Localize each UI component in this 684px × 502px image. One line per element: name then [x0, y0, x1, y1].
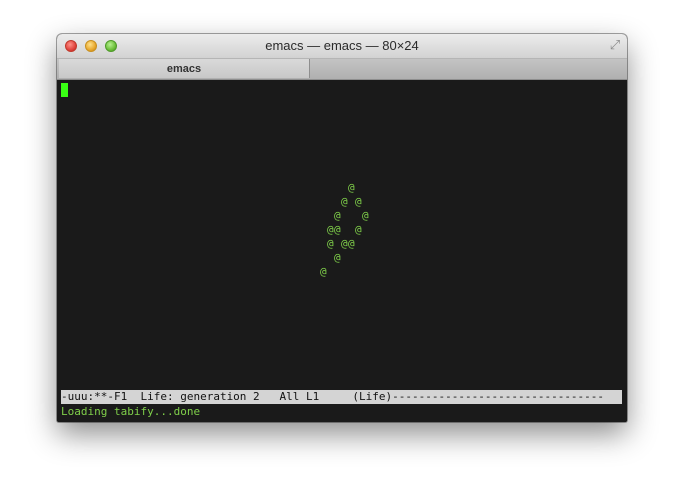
window-title: emacs — emacs — 80×24 — [265, 38, 419, 53]
life-cell: @ — [334, 251, 341, 264]
life-cell: @ — [341, 195, 348, 208]
life-cell: @ — [362, 209, 369, 222]
terminal-content[interactable]: @ @ @ @ @ @ @ @ @ @ @ @ @ -uuu:**-F1 Life: generatio… — [57, 80, 627, 422]
life-cell: @ — [334, 209, 341, 222]
terminal-window: emacs — emacs — 80×24 ⤢ emacs @ @ @ @ @ @ @ @ @ @… — [57, 34, 627, 422]
tab-emacs[interactable]: emacs — [59, 59, 310, 78]
title-bar[interactable]: emacs — emacs — 80×24 ⤢ — [57, 34, 627, 59]
fullscreen-icon[interactable]: ⤢ — [607, 38, 623, 54]
life-cell: @ — [355, 195, 362, 208]
life-cell: @ — [348, 181, 355, 194]
life-cell: @ — [327, 223, 334, 236]
echo-area: Loading tabify...done — [61, 405, 201, 418]
life-cell: @ — [327, 237, 334, 250]
life-board: @ @ @ @ @ @ @ @ @ @ @ @ @ — [57, 80, 627, 422]
life-cell: @ — [341, 237, 348, 250]
mode-line: -uuu:**-F1 Life: generation 2 All L1 (Li… — [61, 390, 622, 404]
life-cell: @ — [355, 223, 362, 236]
life-cell: @ — [348, 237, 355, 250]
life-cell: @ — [334, 223, 341, 236]
tab-bar: emacs — [57, 59, 627, 80]
life-cell: @ — [320, 265, 327, 278]
